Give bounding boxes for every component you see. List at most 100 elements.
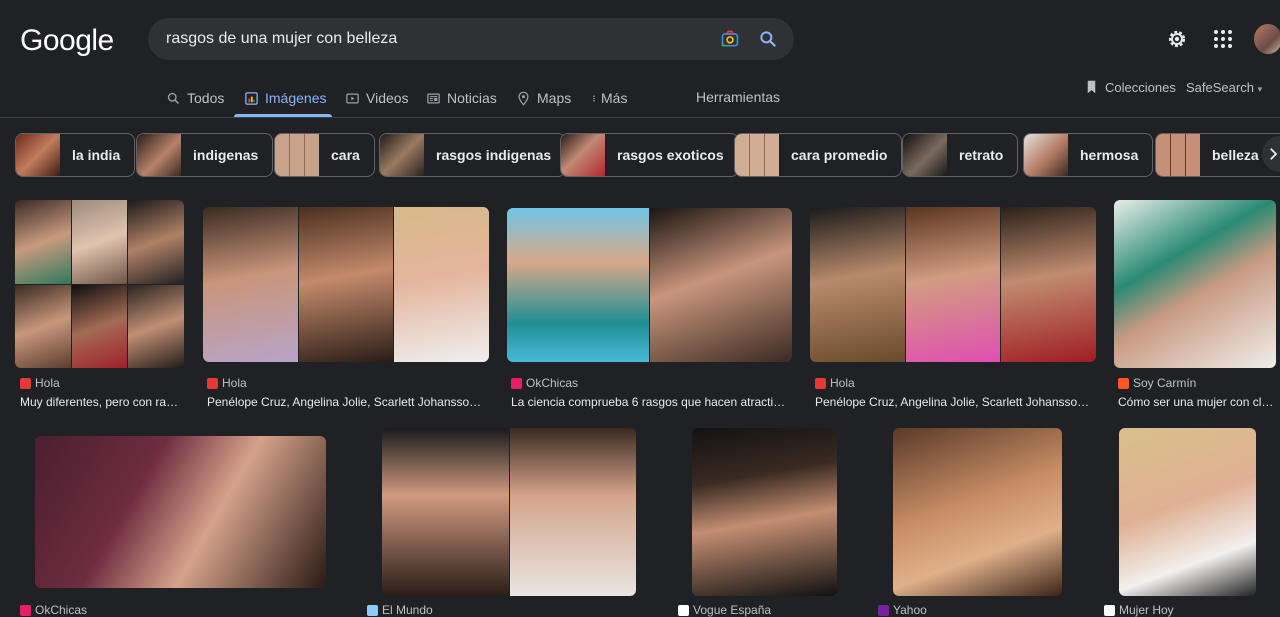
image-tile — [203, 207, 298, 362]
chip-thumbnail — [380, 134, 424, 176]
chip-label: cara promedio — [791, 147, 888, 163]
result-image-1[interactable] — [15, 200, 184, 368]
chip-rasgos-exoticos[interactable]: rasgos exoticos — [560, 133, 739, 177]
image-tile — [394, 207, 489, 362]
tab-label: Todos — [187, 90, 225, 106]
tab-noticias[interactable]: Noticias — [426, 88, 497, 108]
result-source-5[interactable]: Soy Carmín — [1118, 376, 1196, 390]
search-input[interactable]: rasgos de una mujer con belleza — [166, 30, 397, 48]
image-tile — [650, 208, 792, 362]
tab-videos[interactable]: Videos — [345, 88, 409, 108]
tab-label: Videos — [366, 90, 409, 106]
site-favicon-icon — [511, 377, 522, 389]
site-favicon-icon — [678, 604, 689, 616]
chip-label: cara — [331, 147, 360, 163]
result-caption-4[interactable]: Penélope Cruz, Angelina Jolie, Scarlett … — [815, 395, 1095, 409]
apps-grid-icon[interactable] — [1213, 29, 1233, 49]
result-caption-1[interactable]: Muy diferentes, pero con rasg... — [20, 395, 182, 409]
image-tile — [905, 207, 1001, 362]
search-icon[interactable] — [758, 29, 778, 49]
tools-button[interactable]: Herramientas — [696, 89, 780, 105]
result-image-7[interactable] — [382, 428, 636, 596]
result-image-4[interactable] — [810, 207, 1096, 362]
camera-icon[interactable] — [720, 29, 740, 49]
chip-thumbnail — [1024, 134, 1068, 176]
result-image-8[interactable] — [692, 428, 837, 596]
tab-label: Noticias — [447, 90, 497, 106]
result-source-3[interactable]: OkChicas — [511, 376, 578, 390]
chip-label: la india — [72, 147, 121, 163]
source-label: Hola — [830, 376, 855, 390]
search-box[interactable]: rasgos de una mujer con belleza — [148, 18, 794, 60]
site-favicon-icon — [815, 377, 826, 389]
result-image-9[interactable] — [893, 428, 1062, 596]
chip-indigenas[interactable]: indigenas — [136, 133, 274, 177]
tab-maps[interactable]: Maps — [516, 88, 571, 108]
header-divider — [0, 117, 1280, 118]
image-icon — [245, 91, 258, 105]
chip-retrato[interactable]: retrato — [902, 133, 1019, 177]
image-tile — [509, 428, 636, 596]
chip-thumbnail — [1156, 134, 1200, 176]
tab-label: Imágenes — [265, 90, 327, 106]
result-source-4[interactable]: Hola — [815, 376, 855, 390]
image-tile — [128, 200, 184, 284]
site-favicon-icon — [1104, 604, 1115, 616]
source-label: Hola — [222, 376, 247, 390]
result-source-2[interactable]: Hola — [207, 376, 247, 390]
result-image-5[interactable] — [1114, 200, 1276, 368]
tab-todos[interactable]: Todos — [166, 88, 224, 108]
chip-cara-promedio[interactable]: cara promedio — [734, 133, 903, 177]
news-icon — [427, 93, 440, 103]
chip-la-india[interactable]: la india — [15, 133, 136, 177]
site-favicon-icon — [20, 604, 31, 616]
safesearch-label: SafeSearch — [1186, 80, 1254, 95]
source-label: Hola — [35, 376, 60, 390]
collections-button[interactable]: Colecciones — [1084, 79, 1176, 95]
chip-hermosa[interactable]: hermosa — [1023, 133, 1154, 177]
image-tile — [71, 284, 128, 368]
image-tile — [810, 207, 905, 362]
source-label: Soy Carmín — [1133, 376, 1197, 390]
image-tile — [1001, 207, 1096, 362]
site-favicon-icon — [367, 604, 378, 616]
account-avatar[interactable] — [1254, 24, 1280, 54]
chip-thumbnail — [275, 134, 319, 176]
chip-label: retrato — [959, 147, 1004, 163]
result-caption-2[interactable]: Penélope Cruz, Angelina Jolie, Scarlett … — [207, 395, 487, 409]
tab-label: Más — [601, 90, 628, 106]
tab-mas[interactable]: Más — [590, 88, 627, 108]
google-logo[interactable]: Google — [20, 24, 114, 58]
chip-thumbnail — [561, 134, 605, 176]
site-favicon-icon — [1118, 377, 1129, 389]
safesearch-button[interactable]: SafeSearch ▾ — [1186, 80, 1262, 95]
map-pin-icon — [518, 91, 529, 106]
result-image-10[interactable] — [1119, 428, 1256, 596]
search-icon — [167, 92, 180, 104]
image-tile — [382, 428, 509, 596]
chip-label: rasgos exoticos — [617, 147, 724, 163]
result-source-1[interactable]: Hola — [20, 376, 60, 390]
result-image-2[interactable] — [203, 207, 489, 362]
result-image-6[interactable] — [35, 436, 326, 588]
site-favicon-icon — [207, 377, 218, 389]
gear-icon[interactable] — [1165, 27, 1189, 51]
site-favicon-icon — [20, 377, 31, 389]
chevron-right-icon — [1270, 148, 1278, 160]
source-label: OkChicas — [526, 376, 579, 390]
video-icon — [346, 93, 359, 103]
chip-label: rasgos indigenas — [436, 147, 552, 163]
chip-label: hermosa — [1080, 147, 1139, 163]
image-tile — [15, 200, 71, 284]
chip-rasgos-indigenas[interactable]: rasgos indigenas — [379, 133, 567, 177]
chip-thumbnail — [735, 134, 779, 176]
result-image-3[interactable] — [507, 208, 792, 362]
more-vert-icon — [593, 94, 595, 102]
result-caption-5[interactable]: Cómo ser una mujer con cla... — [1118, 395, 1274, 409]
chip-thumbnail — [903, 134, 947, 176]
result-caption-3[interactable]: La ciencia comprueba 6 rasgos que hacen … — [511, 395, 791, 409]
bookmark-icon — [1087, 80, 1096, 94]
image-tile — [128, 284, 184, 368]
tab-imagenes[interactable]: Imágenes — [244, 88, 326, 108]
chip-cara[interactable]: cara — [274, 133, 375, 177]
